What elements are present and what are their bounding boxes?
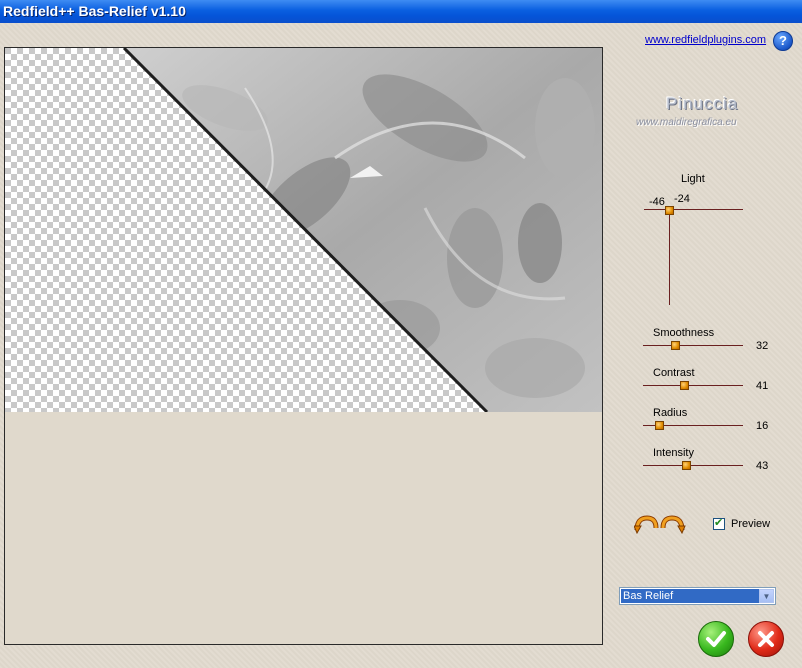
light-label: Light xyxy=(681,173,705,185)
slider-label: Intensity xyxy=(653,447,694,459)
watermark-name: Pinuccia xyxy=(666,94,739,113)
slider-track[interactable] xyxy=(643,385,743,386)
light-y-value: -24 xyxy=(674,193,690,205)
slider-label: Smoothness xyxy=(653,327,715,339)
slider-value: 16 xyxy=(756,420,769,432)
slider-handle[interactable] xyxy=(655,421,664,430)
slider-track[interactable] xyxy=(643,345,743,346)
close-icon xyxy=(758,631,774,647)
undo-redo-controls xyxy=(634,515,686,534)
redfield-website-link[interactable]: www.redfieldplugins.com xyxy=(645,34,766,46)
preview-label: Preview xyxy=(731,518,771,530)
preset-select[interactable]: Bas Relief ▼ xyxy=(619,587,776,605)
light-position-handle[interactable] xyxy=(665,206,674,215)
slider-value: 41 xyxy=(756,380,769,392)
ok-button[interactable] xyxy=(698,621,734,657)
slider-value: 32 xyxy=(756,340,769,352)
slider-handle[interactable] xyxy=(671,341,680,350)
slider-handle[interactable] xyxy=(682,461,691,470)
help-icon[interactable]: ? xyxy=(773,31,793,51)
chevron-down-icon[interactable]: ▼ xyxy=(759,589,774,603)
slider-label: Contrast xyxy=(653,367,695,379)
title-bar: Redfield++ Bas-Relief v1.10 xyxy=(0,0,802,23)
check-icon xyxy=(706,631,726,647)
cancel-button[interactable] xyxy=(748,621,784,657)
light-horizontal-track[interactable] xyxy=(644,209,743,210)
slider-value: 43 xyxy=(756,460,769,472)
redo-arrow-icon[interactable] xyxy=(660,515,686,534)
light-vertical-track[interactable] xyxy=(669,206,670,305)
window-title: Redfield++ Bas-Relief v1.10 xyxy=(3,3,186,19)
slider-label: Radius xyxy=(653,407,688,419)
preset-selected-value: Bas Relief xyxy=(621,589,759,603)
preview-panel[interactable] xyxy=(4,47,603,645)
slider-track[interactable] xyxy=(643,465,743,466)
watermark-url: www.maidiregrafica.eu xyxy=(636,117,737,128)
preview-image xyxy=(5,48,602,412)
light-x-value: -46 xyxy=(649,196,665,208)
undo-arrow-icon[interactable] xyxy=(634,515,659,534)
slider-handle[interactable] xyxy=(680,381,689,390)
preview-checkbox[interactable] xyxy=(713,516,725,530)
